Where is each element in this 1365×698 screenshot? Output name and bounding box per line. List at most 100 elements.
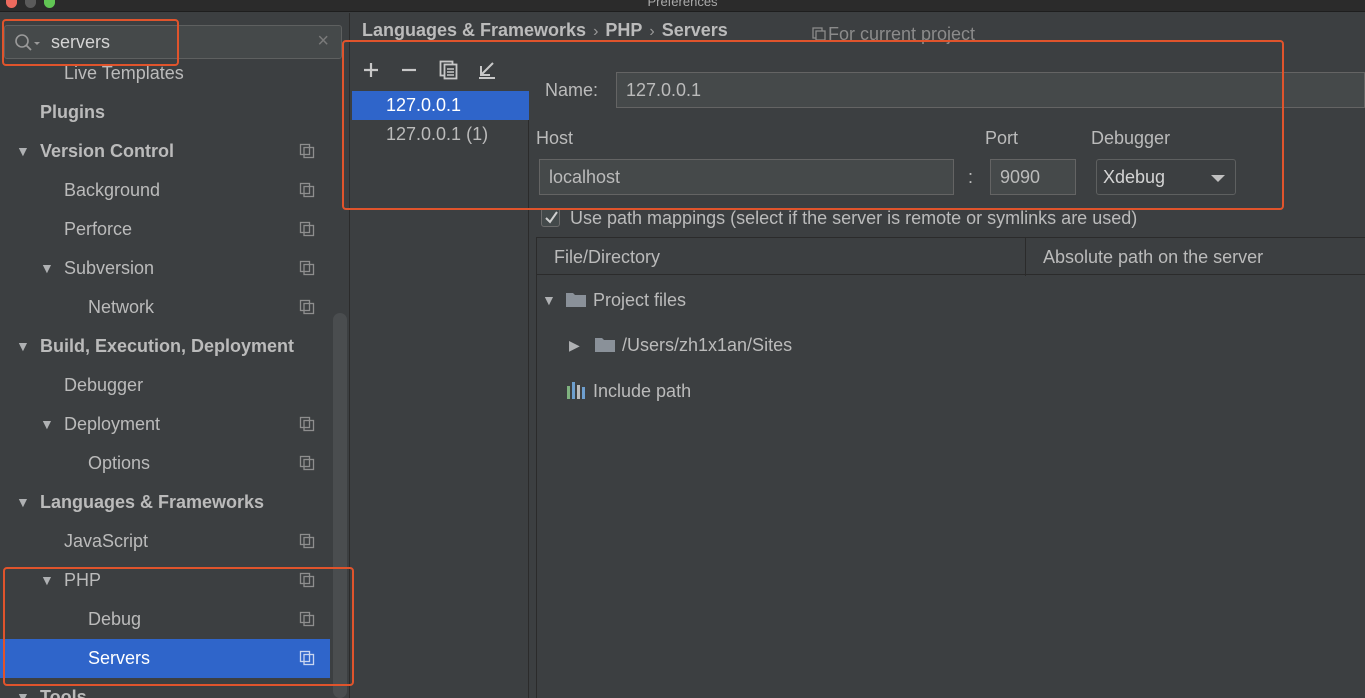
sidebar-item-debugger[interactable]: Debugger — [0, 366, 330, 405]
debugger-select[interactable]: Xdebug — [1096, 159, 1236, 195]
path-mappings-table: File/Directory Absolute path on the serv… — [536, 237, 1365, 698]
sidebar-scrollbar[interactable] — [333, 313, 347, 698]
title-bar: Preferences — [0, 0, 1365, 12]
project-scope-icon — [299, 221, 315, 237]
remove-server-button[interactable] — [394, 52, 424, 88]
expand-arrow-icon[interactable]: ▼ — [16, 678, 30, 698]
sidebar-item-options[interactable]: Options — [0, 444, 330, 483]
sidebar-item-servers[interactable]: Servers — [0, 639, 330, 678]
expand-arrow-icon[interactable]: ▼ — [542, 285, 556, 315]
clear-search-icon[interactable]: × — [317, 30, 329, 53]
expand-arrow-icon[interactable]: ▼ — [40, 249, 54, 288]
host-port-separator: : — [968, 167, 974, 187]
column-header-file-directory[interactable]: File/Directory — [537, 238, 1025, 276]
sidebar-item-version-control[interactable]: ▼ Version Control — [0, 132, 330, 171]
breadcrumb: Languages & Frameworks › PHP › Servers — [362, 20, 728, 41]
table-row[interactable]: ▼ Project files — [537, 285, 1365, 315]
sidebar-item-label: Deployment — [64, 414, 161, 434]
project-scope-icon — [299, 533, 315, 549]
host-label: Host — [536, 128, 574, 148]
column-header-absolute-path[interactable]: Absolute path on the server — [1025, 238, 1365, 276]
sidebar-item-label: Version Control — [40, 141, 175, 161]
sidebar-item-perforce[interactable]: Perforce — [0, 210, 330, 249]
chevron-down-icon — [1211, 175, 1225, 182]
breadcrumb-separator: › — [649, 23, 655, 40]
server-list-item[interactable]: 127.0.0.1 (1) — [352, 120, 529, 149]
project-scope-icon — [299, 650, 315, 666]
sidebar-item-languages-frameworks[interactable]: ▼ Languages & Frameworks — [0, 483, 330, 522]
host-field[interactable]: localhost — [539, 159, 954, 195]
import-server-button[interactable] — [472, 52, 502, 88]
sidebar-item-php[interactable]: ▼ PHP — [0, 561, 330, 600]
sidebar-item-network[interactable]: Network — [0, 288, 330, 327]
sidebar-item-label: Build, Execution, Deployment — [40, 336, 295, 356]
sites-path-label: /Users/zh1x1an/Sites — [622, 335, 793, 355]
path-mappings-checkbox[interactable] — [541, 208, 560, 227]
arrow-down-left-icon — [479, 62, 495, 79]
include-path-label: Include path — [593, 381, 692, 401]
sidebar-item-label: Live Templates — [64, 63, 184, 83]
server-name-field[interactable]: 127.0.0.1 — [616, 72, 1365, 108]
server-list-item[interactable]: 127.0.0.1 — [352, 91, 529, 120]
scope-indicator: For current project — [812, 24, 975, 45]
sidebar-item-live-templates[interactable]: Live Templates — [0, 54, 330, 93]
copy-server-button[interactable] — [434, 52, 464, 88]
window-title: Preferences — [647, 0, 718, 9]
project-scope-icon — [299, 143, 315, 159]
expand-arrow-icon[interactable]: ▼ — [16, 483, 30, 522]
folder-icon — [595, 338, 615, 352]
sidebar-item-javascript[interactable]: JavaScript — [0, 522, 330, 561]
collapse-arrow-icon[interactable]: ▶ — [569, 330, 580, 360]
sidebar-item-label: Debug — [88, 609, 142, 629]
sidebar-item-build-execution-deployment[interactable]: ▼ Build, Execution, Deployment — [0, 327, 330, 366]
add-server-button[interactable] — [356, 52, 386, 88]
plus-icon — [364, 63, 378, 77]
sidebar-item-background[interactable]: Background — [0, 171, 330, 210]
minus-icon — [402, 68, 416, 72]
table-header: File/Directory Absolute path on the serv… — [537, 237, 1365, 276]
expand-arrow-icon[interactable]: ▼ — [16, 327, 30, 366]
project-scope-icon — [299, 416, 315, 432]
breadcrumb-languages: Languages & Frameworks — [362, 20, 587, 40]
sidebar-item-label: JavaScript — [64, 531, 149, 551]
port-field[interactable]: 9090 — [990, 159, 1076, 195]
sidebar-item-subversion[interactable]: ▼ Subversion — [0, 249, 330, 288]
sidebar-item-label: PHP — [64, 570, 102, 590]
sidebar-item-label: Debugger — [64, 375, 144, 395]
path-mappings-label: Use path mappings (select if the server … — [570, 208, 1138, 228]
sidebar-item-label: Tools — [40, 687, 87, 698]
project-scope-icon — [812, 27, 826, 41]
expand-arrow-icon[interactable]: ▼ — [16, 132, 30, 171]
sidebar-item-debug[interactable]: Debug — [0, 600, 330, 639]
expand-arrow-icon[interactable]: ▼ — [40, 561, 54, 600]
sidebar-item-label: Plugins — [40, 102, 106, 122]
project-scope-icon — [299, 260, 315, 276]
expand-arrow-icon[interactable]: ▼ — [40, 405, 54, 444]
table-row[interactable]: ▶ /Users/zh1x1an/Sites — [537, 330, 1365, 360]
project-scope-icon — [299, 572, 315, 588]
project-scope-icon — [299, 182, 315, 198]
sidebar-item-tools[interactable]: ▼ Tools — [0, 678, 330, 698]
settings-sidebar: Live Templates Plugins ▼ Version Control Bac… — [0, 13, 350, 698]
breadcrumb-php: PHP — [605, 20, 643, 40]
sidebar-item-plugins[interactable]: Plugins — [0, 93, 330, 132]
name-label: Name: — [545, 80, 599, 100]
sidebar-item-label: Background — [64, 180, 161, 200]
library-icon — [567, 382, 585, 399]
server-list: 127.0.0.1 127.0.0.1 (1) — [352, 91, 529, 698]
project-scope-icon — [299, 299, 315, 315]
scope-label: For current project — [828, 24, 976, 44]
search-icon[interactable] — [14, 33, 44, 53]
sidebar-item-label: Options — [88, 453, 151, 473]
servers-toolbar — [352, 52, 529, 88]
project-scope-icon — [299, 611, 315, 627]
sidebar-item-deployment[interactable]: ▼ Deployment — [0, 405, 330, 444]
sidebar-item-label: Servers — [88, 648, 151, 668]
table-row[interactable]: Include path — [537, 376, 1365, 406]
sidebar-item-label: Perforce — [64, 219, 133, 239]
breadcrumb-servers: Servers — [661, 20, 728, 40]
breadcrumb-separator: › — [593, 23, 599, 40]
sidebar-item-label: Network — [88, 297, 155, 317]
copy-icon — [439, 60, 458, 80]
search-input[interactable]: servers × — [4, 25, 342, 59]
